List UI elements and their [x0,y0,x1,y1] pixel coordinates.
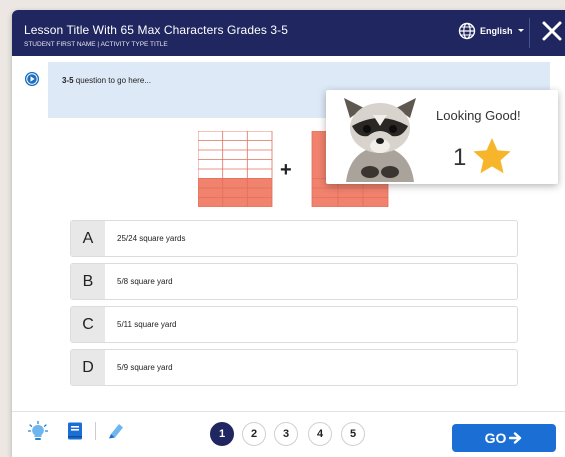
language-label: English [480,26,513,36]
chevron-down-icon [517,29,524,32]
highlighter-icon[interactable] [106,421,126,441]
star-count: 1 [453,144,467,171]
go-label: GO [484,430,507,446]
answer-letter: C [71,307,105,342]
fraction-grid-left [198,131,273,207]
plus-operator: + [280,159,292,181]
page-4-button[interactable]: 4 [308,422,332,446]
close-icon[interactable] [539,18,565,44]
page-5-button[interactable]: 5 [341,422,365,446]
page-3-button[interactable]: 3 [274,422,298,446]
answer-text: 25/24 square yards [117,234,186,243]
page-1-button[interactable]: 1 [210,422,234,446]
answer-option-a[interactable]: A 25/24 square yards [70,220,518,257]
feedback-popup: Looking Good! 1 [326,90,558,184]
header-bar: Lesson Title With 65 Max Characters Grad… [12,10,565,56]
answer-text: 5/9 square yard [117,363,173,372]
grade-prefix: 3-5 [62,76,74,85]
answer-option-b[interactable]: B 5/8 square yard [70,263,518,300]
raccoon-mascot [344,98,416,182]
answer-text: 5/8 square yard [117,277,173,286]
question-body: question to go here... [73,76,151,85]
play-audio-icon[interactable] [25,72,39,86]
language-selector[interactable]: English [458,21,530,41]
answer-text: 5/11 square yard [117,320,177,329]
lesson-card: Lesson Title With 65 Max Characters Grad… [12,10,565,457]
lesson-title: Lesson Title With 65 Max Characters Grad… [24,23,289,37]
star-icon [473,138,511,174]
answer-letter: B [71,264,105,299]
feedback-title: Looking Good! [436,108,521,123]
activity-subtitle: STUDENT FIRST NAME | ACTIVITY TYPE TITLE [24,41,168,48]
page-2-button[interactable]: 2 [242,422,266,446]
header-divider [529,18,530,48]
book-icon[interactable] [65,421,85,441]
go-button[interactable]: GO [452,424,556,452]
answer-letter: D [71,350,105,385]
question-text: 3-5 question to go here... [62,76,151,85]
globe-icon [458,22,476,40]
answer-option-d[interactable]: D 5/9 square yard [70,349,518,386]
tool-divider [95,422,96,440]
arrow-right-icon [509,432,522,444]
answer-letter: A [71,221,105,256]
footer-divider [12,411,565,412]
answer-option-c[interactable]: C 5/11 square yard [70,306,518,343]
lightbulb-icon[interactable] [28,421,48,441]
